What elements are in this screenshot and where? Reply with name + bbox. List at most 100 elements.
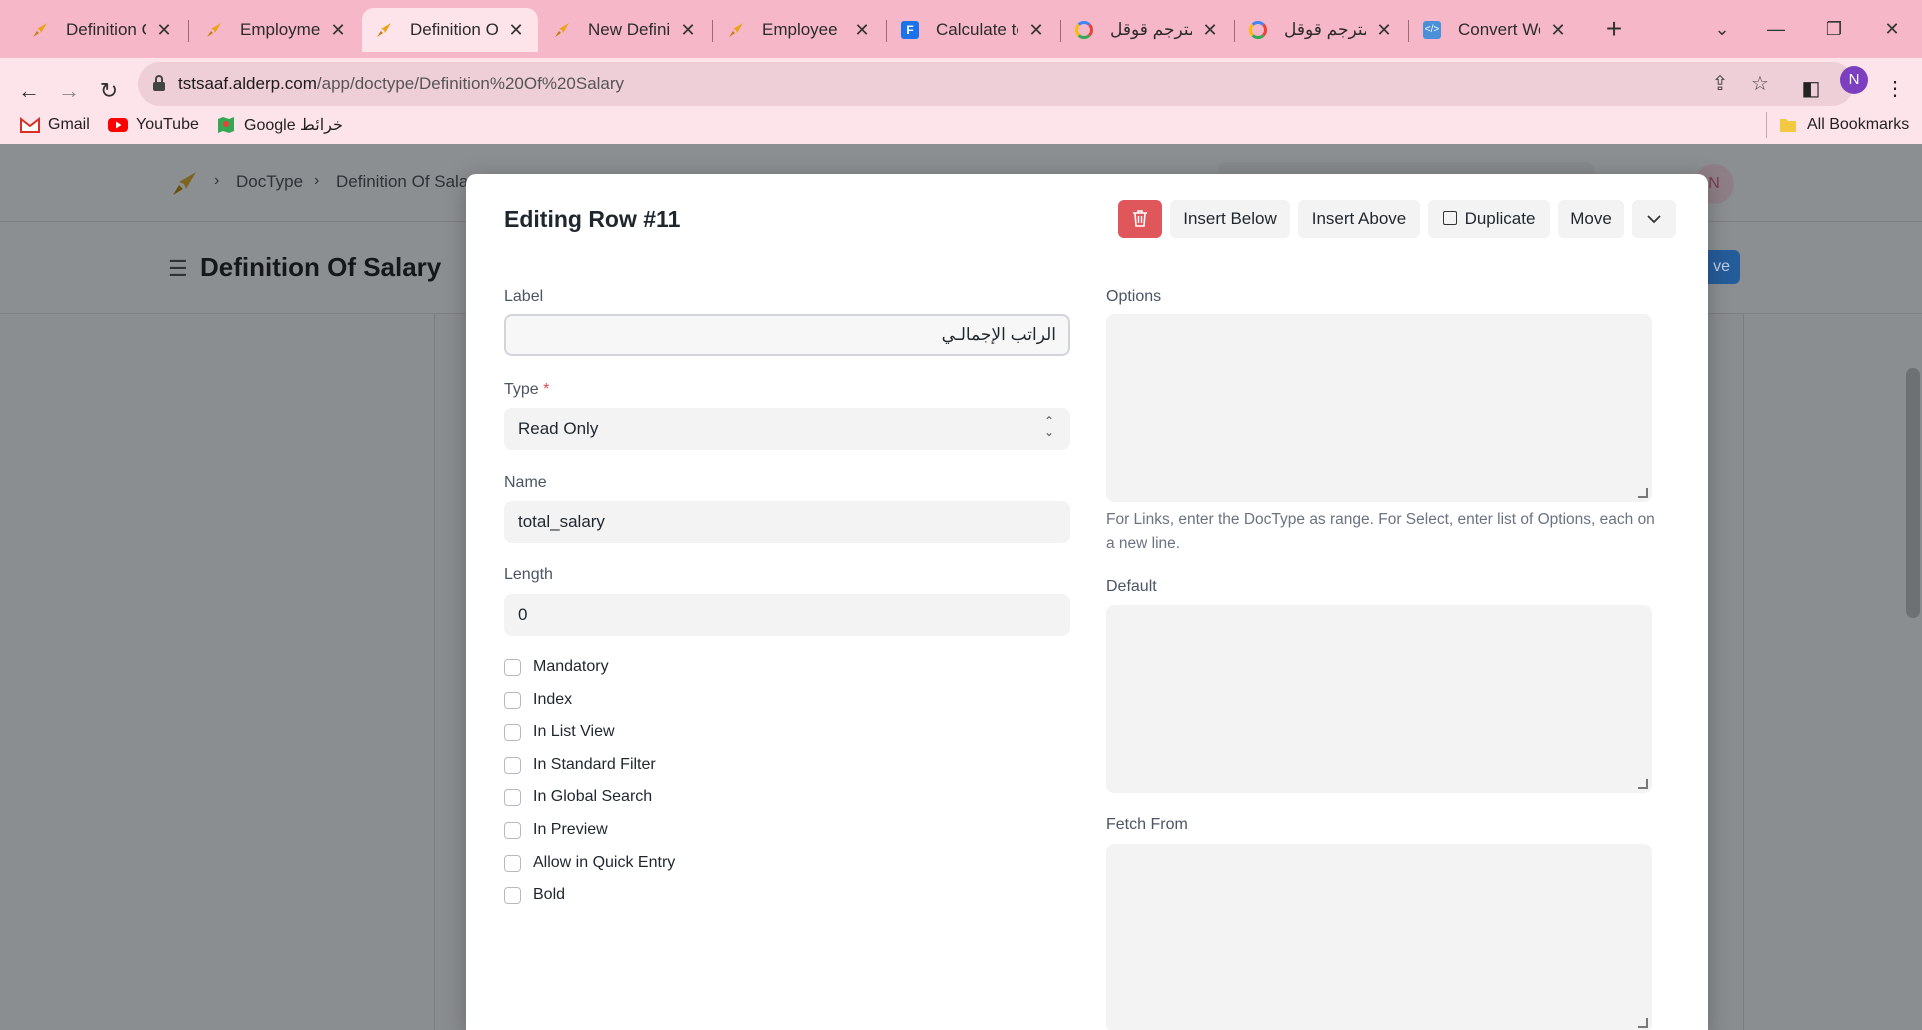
in-preview-checkbox[interactable]: [504, 821, 521, 839]
tab-search-icon[interactable]: ⌄: [1702, 12, 1742, 46]
address-bar[interactable]: tstsaaf.alderp.com/app/doctype/Definitio…: [138, 62, 1854, 106]
minimize-button[interactable]: —: [1756, 12, 1796, 46]
browser-tab[interactable]: Definition Of ✕: [18, 8, 186, 52]
close-tab-icon[interactable]: ✕: [1548, 20, 1568, 41]
allow-quick-entry-checkbox[interactable]: [504, 854, 521, 872]
browser-menu-icon[interactable]: ⋮: [1880, 74, 1910, 104]
index-checkbox[interactable]: [504, 691, 521, 709]
close-tab-icon[interactable]: ✕: [328, 20, 348, 41]
app-logo-icon[interactable]: [170, 170, 198, 198]
chevron-down-icon: [1647, 209, 1661, 228]
tab-separator: [188, 20, 189, 42]
resize-handle-icon[interactable]: [1638, 1018, 1648, 1028]
in-list-view-checkbox[interactable]: [504, 723, 521, 741]
checkbox-label: In Global Search: [533, 788, 653, 805]
profile-avatar[interactable]: N: [1840, 66, 1868, 94]
rocket-icon: [726, 20, 746, 40]
insert-above-button[interactable]: Insert Above: [1298, 200, 1420, 238]
tab-separator: [1408, 20, 1409, 42]
edit-row-dialog: Editing Row #11 Insert Below Insert Abov…: [466, 174, 1708, 1030]
fetch-from-textarea[interactable]: [1106, 844, 1652, 1030]
allow-quick-entry-checkbox-row[interactable]: Allow in Quick Entry: [504, 851, 675, 875]
page-title: Definition Of Salary: [200, 252, 442, 282]
bold-checkbox-row[interactable]: Bold: [504, 883, 565, 907]
browser-tab[interactable]: مترجم قوقل - ✕: [1062, 8, 1232, 52]
breadcrumb-doctype[interactable]: DocType: [236, 172, 303, 192]
browser-tab[interactable]: مترجم قوقل - ✕: [1236, 8, 1406, 52]
browser-tab[interactable]: Employment ✕: [192, 8, 360, 52]
label-field-label: Label: [504, 288, 544, 305]
options-textarea[interactable]: [1106, 314, 1652, 502]
move-button[interactable]: Move: [1558, 200, 1624, 238]
close-tab-icon[interactable]: ✕: [1374, 20, 1394, 41]
google-icon: [1074, 20, 1094, 40]
resize-handle-icon[interactable]: [1638, 779, 1648, 789]
name-input[interactable]: total_salary: [504, 501, 1070, 543]
bookmark-label: YouTube: [136, 116, 199, 133]
tab-separator: [1060, 20, 1061, 42]
close-tab-icon[interactable]: ✕: [1026, 20, 1046, 41]
rocket-icon: [374, 20, 394, 40]
close-tab-icon[interactable]: ✕: [1200, 20, 1220, 41]
bookmark-maps[interactable]: Google خرائط: [216, 112, 343, 138]
rocket-icon: [552, 20, 572, 40]
bookmarks-bar: Gmail YouTube Google خرائط All Bookmarks: [0, 108, 1922, 144]
label-input[interactable]: الراتب الإجمالـي: [504, 314, 1070, 356]
type-select[interactable]: Read Only ⌃ ⌄: [504, 408, 1070, 450]
mandatory-checkbox-row[interactable]: Mandatory: [504, 655, 609, 679]
new-tab-button[interactable]: +: [1598, 14, 1630, 46]
browser-tab-strip: Definition Of ✕ Employment ✕ Definition …: [0, 0, 1922, 58]
bookmark-gmail[interactable]: Gmail: [20, 112, 90, 138]
forward-icon[interactable]: →: [52, 74, 86, 108]
restore-button[interactable]: ❐: [1814, 12, 1854, 46]
index-checkbox-row[interactable]: Index: [504, 688, 572, 712]
close-tab-icon[interactable]: ✕: [852, 20, 872, 41]
resize-handle-icon[interactable]: [1638, 488, 1648, 498]
insert-below-button[interactable]: Insert Below: [1170, 200, 1290, 238]
close-tab-icon[interactable]: ✕: [154, 20, 174, 41]
default-textarea[interactable]: [1106, 605, 1652, 793]
in-list-view-checkbox-row[interactable]: In List View: [504, 720, 615, 744]
in-global-search-checkbox-row[interactable]: In Global Search: [504, 785, 652, 809]
youtube-icon: [108, 117, 128, 133]
close-window-button[interactable]: ✕: [1872, 12, 1912, 46]
in-standard-filter-checkbox-row[interactable]: In Standard Filter: [504, 753, 656, 777]
tab-title: مترجم قوقل -: [1110, 20, 1192, 39]
browser-tab-active[interactable]: Definition Of ✕: [362, 8, 538, 52]
duplicate-button[interactable]: Duplicate: [1428, 200, 1550, 238]
lock-icon: [152, 74, 166, 92]
sidebar-toggle-icon[interactable]: ☰: [168, 256, 188, 282]
delete-row-button[interactable]: [1118, 200, 1162, 238]
length-input[interactable]: 0: [504, 594, 1070, 636]
browser-tab[interactable]: F Calculate tota ✕: [888, 8, 1058, 52]
side-panel-icon[interactable]: ◧: [1796, 74, 1826, 104]
reload-icon[interactable]: ↻: [92, 74, 126, 108]
forms-icon: F: [900, 20, 920, 40]
bold-checkbox[interactable]: [504, 886, 521, 904]
close-tab-icon[interactable]: ✕: [678, 20, 698, 41]
checkbox-label: In Standard Filter: [533, 756, 656, 773]
browser-tab[interactable]: Employee ✕: [714, 8, 884, 52]
mandatory-checkbox[interactable]: [504, 658, 521, 676]
all-bookmarks[interactable]: All Bookmarks: [1766, 112, 1909, 138]
in-standard-filter-checkbox[interactable]: [504, 756, 521, 774]
duplicate-icon: [1442, 211, 1457, 225]
breadcrumb-current[interactable]: Definition Of Sala: [336, 172, 468, 192]
url-host: tstsaaf.alderp.com: [178, 74, 317, 93]
browser-tab[interactable]: </> Convert Wor ✕: [1410, 8, 1580, 52]
page-scrollbar[interactable]: [1906, 368, 1920, 618]
rocket-icon: [204, 20, 224, 40]
browser-tab[interactable]: New Definitio ✕: [540, 8, 710, 52]
share-icon[interactable]: ⇪: [1708, 72, 1732, 96]
in-global-search-checkbox[interactable]: [504, 788, 521, 806]
tab-title: Definition Of: [410, 20, 498, 39]
back-icon[interactable]: ←: [12, 74, 46, 108]
close-tab-icon[interactable]: ✕: [506, 20, 526, 41]
bookmark-youtube[interactable]: YouTube: [108, 112, 199, 138]
type-field-label: Type *: [504, 381, 549, 399]
bookmark-star-icon[interactable]: ☆: [1748, 72, 1772, 96]
in-preview-checkbox-row[interactable]: In Preview: [504, 818, 608, 842]
more-options-button[interactable]: [1632, 200, 1676, 238]
dialog-title: Editing Row #11: [504, 206, 681, 232]
checkbox-label: Index: [533, 691, 573, 708]
